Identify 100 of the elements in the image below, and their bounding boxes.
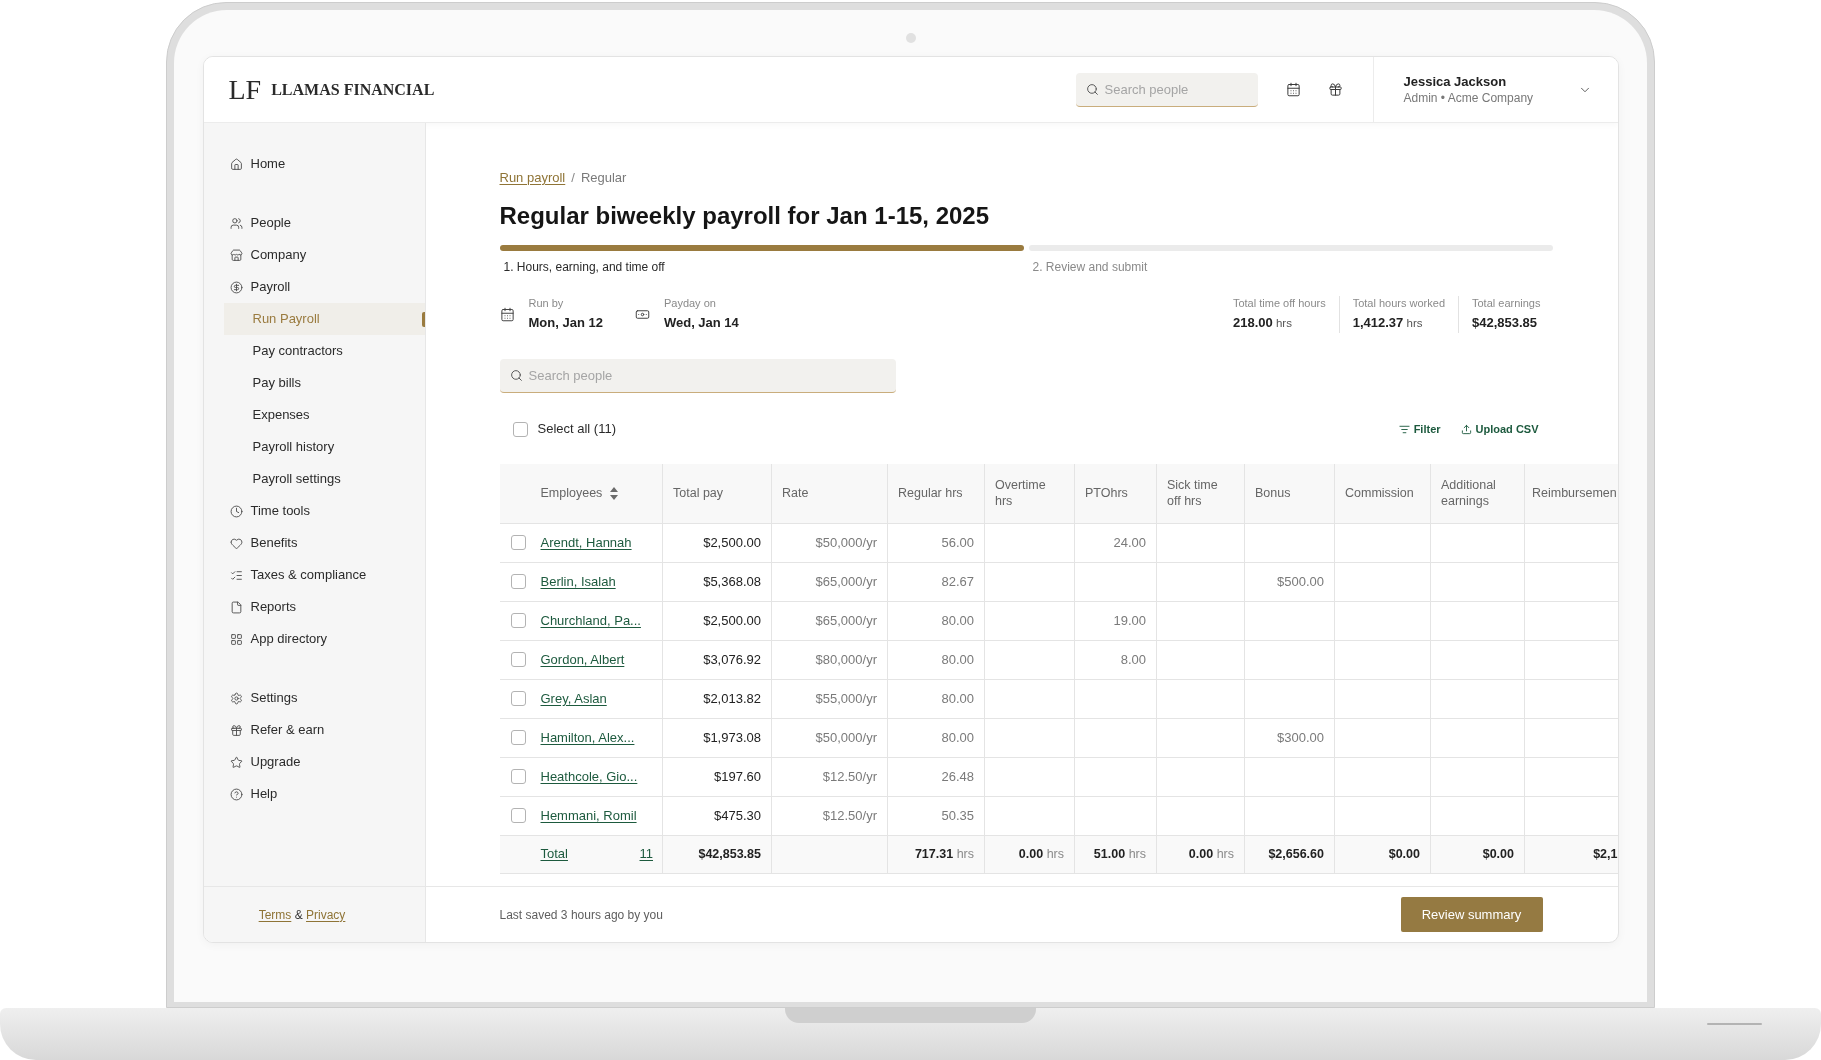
user-name: Jessica Jackson	[1403, 72, 1508, 90]
table-cell: 26.48	[887, 757, 985, 796]
nav-item[interactable]: Company	[223, 239, 425, 271]
nav-item[interactable]: Settings	[223, 682, 425, 714]
nav-subitem[interactable]: Pay bills	[223, 367, 425, 399]
table-cell: $80,000/yr	[771, 640, 888, 679]
date-value: Mon, Jan 12	[528, 314, 603, 332]
table-cell: 717.31 hrs	[887, 835, 985, 873]
stat-label: Total earnings	[1472, 296, 1541, 310]
table-cell: $55,000/yr	[771, 679, 888, 718]
webcam-icon	[905, 33, 916, 43]
filter-button[interactable]: Filter	[1398, 420, 1441, 438]
table-cell: $3,076.92	[662, 640, 772, 679]
upload-csv-button[interactable]: Upload CSV	[1460, 420, 1539, 438]
nav-item[interactable]: Home	[223, 148, 425, 180]
nav-item[interactable]: Taxes & compliance	[223, 559, 425, 591]
employee-link[interactable]: Hamilton, Alex...	[540, 727, 635, 748]
search-icon	[1085, 82, 1099, 96]
row-checkbox[interactable]	[510, 808, 526, 823]
nav-item[interactable]: Upgrade	[223, 746, 425, 778]
search-icon	[509, 369, 523, 382]
step-label: 1. Hours, earning, and time off	[502, 259, 666, 275]
review-summary-button[interactable]: Review summary	[1400, 897, 1543, 932]
heart-icon	[229, 536, 243, 550]
row-checkbox[interactable]	[510, 613, 526, 628]
table-cell: $300.00	[1244, 718, 1335, 757]
employee-link[interactable]: Grey, Aslan	[540, 688, 607, 709]
row-checkbox[interactable]	[510, 535, 526, 550]
checklist-icon	[229, 568, 243, 582]
table-cell: 80.00	[887, 601, 985, 640]
row-checkbox[interactable]	[510, 769, 526, 784]
nav-item[interactable]: Refer & earn	[223, 714, 425, 746]
star-icon	[229, 755, 243, 769]
employee-link[interactable]: Churchland, Pa...	[540, 610, 641, 631]
select-all-label: Select all (11)	[537, 420, 616, 439]
count-link[interactable]: 11	[639, 844, 653, 864]
table-cell: $50,000/yr	[771, 718, 888, 757]
breadcrumb-link[interactable]: Run payroll	[499, 169, 566, 187]
table-cell: 82.67	[887, 562, 985, 601]
select-all-checkbox[interactable]	[512, 421, 528, 437]
employee-link[interactable]: Hemmani, Romil	[540, 805, 637, 826]
date-label: Run by	[528, 296, 565, 310]
nav-subitem[interactable]: Expenses	[223, 399, 425, 431]
nav-item[interactable]: Payroll	[223, 271, 425, 303]
nav-item[interactable]: Reports	[223, 591, 425, 623]
row-checkbox[interactable]	[510, 652, 526, 667]
employee-link[interactable]: Heathcole, Gio...	[540, 766, 638, 787]
total-link[interactable]: Total	[540, 844, 568, 864]
date-value: Wed, Jan 14	[663, 314, 739, 332]
column-header[interactable]: Employees	[499, 464, 663, 523]
table-cell: $65,000/yr	[771, 562, 888, 601]
employee-link[interactable]: Arendt, Hannah	[540, 532, 632, 553]
table-cell: 80.00	[887, 718, 985, 757]
column-header: Bonus	[1244, 464, 1335, 523]
table-cell: $50,000/yr	[771, 523, 888, 562]
search-field[interactable]: Search people	[499, 359, 896, 393]
terms-link[interactable]: Terms	[258, 907, 292, 922]
table-cell: $500.00	[1244, 562, 1335, 601]
nav-item[interactable]: App directory	[223, 623, 425, 655]
calendar-icon	[499, 307, 515, 322]
help-icon	[229, 787, 243, 801]
row-checkbox[interactable]	[510, 574, 526, 589]
column-header: Total pay	[662, 464, 772, 523]
sort-icon[interactable]	[610, 486, 619, 500]
employee-link[interactable]: Berlin, Isalah	[540, 571, 616, 592]
table-cell: $65,000/yr	[771, 601, 888, 640]
save-status-text: Last saved 3 hours ago by you	[499, 906, 663, 924]
privacy-link[interactable]: Privacy	[306, 907, 346, 922]
stat-label: Total hours worked	[1352, 296, 1445, 310]
search-field[interactable]: Search people	[1075, 72, 1258, 107]
column-header: Regular hrs	[887, 464, 985, 523]
date-label: Payday on	[663, 296, 717, 310]
table-cell: $0.00	[1430, 835, 1525, 873]
calendar-icon[interactable]	[1285, 82, 1301, 97]
table-cell: $12.50/yr	[771, 757, 888, 796]
clock-icon	[229, 504, 243, 518]
step-label: 2. Review and submit	[1031, 259, 1149, 275]
column-header: PTOhrs	[1074, 464, 1157, 523]
employee-link[interactable]: Gordon, Albert	[540, 649, 625, 670]
table-cell: 51.00 hrs	[1074, 835, 1157, 873]
dollar-circle-icon	[229, 280, 243, 294]
nav-subitem[interactable]: Pay contractors	[223, 335, 425, 367]
table-cell: 24.00	[1074, 523, 1157, 562]
settings-icon	[229, 691, 243, 705]
nav-subitem[interactable]: Payroll settings	[223, 463, 425, 495]
stat-value: $42,853.85	[1472, 314, 1539, 332]
table-cell: 0.00 hrs	[984, 835, 1075, 873]
nav-subitem[interactable]: Payroll history	[223, 431, 425, 463]
nav-item[interactable]: People	[223, 207, 425, 239]
nav-item[interactable]: Help	[223, 778, 425, 810]
row-checkbox[interactable]	[510, 730, 526, 745]
stat-label: Total time off hours	[1232, 296, 1326, 310]
row-checkbox[interactable]	[510, 691, 526, 706]
nav-subitem[interactable]: Run Payroll	[223, 303, 425, 335]
stat-value: 218.00 hrs	[1232, 314, 1293, 332]
nav-item[interactable]: Time tools	[223, 495, 425, 527]
gift-icon[interactable]	[1327, 82, 1343, 97]
nav-item[interactable]: Benefits	[223, 527, 425, 559]
table-cell: $197.60	[662, 757, 772, 796]
table-cell: 19.00	[1074, 601, 1157, 640]
